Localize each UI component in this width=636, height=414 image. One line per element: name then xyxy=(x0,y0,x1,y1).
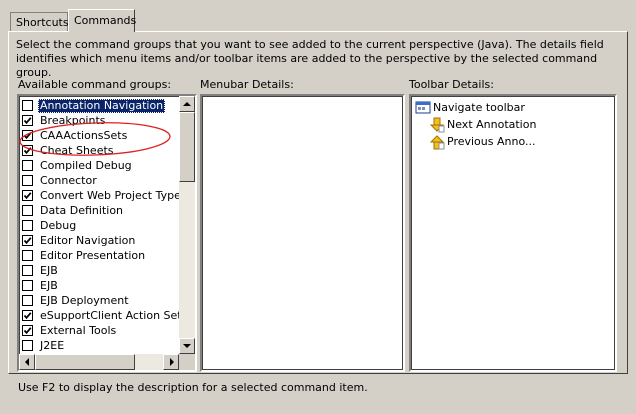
list-item-label: EJB xyxy=(40,279,58,292)
check-icon xyxy=(23,147,32,155)
list-item-label: Cheat Sheets xyxy=(40,144,114,157)
available-groups-label: Available command groups: xyxy=(18,78,172,91)
scroll-up-button[interactable] xyxy=(179,96,195,112)
scroll-left-button[interactable] xyxy=(19,354,35,370)
list-item-label: CAAActionsSets xyxy=(40,129,128,142)
vertical-scrollbar[interactable] xyxy=(179,96,195,354)
tab-commands[interactable]: Commands xyxy=(68,9,137,32)
list-item-label: Connector xyxy=(40,174,97,187)
toolbar-details-tree[interactable]: Navigate toolbar Next Annotation Previou… xyxy=(409,94,617,372)
list-item-label: Compiled Debug xyxy=(40,159,132,172)
checkbox[interactable] xyxy=(22,235,33,246)
list-item-label: eSupportClient Action Set xyxy=(40,309,179,322)
checkbox[interactable] xyxy=(22,310,33,321)
checkbox[interactable] xyxy=(22,130,33,141)
toolbar-root-label: Navigate toolbar xyxy=(433,101,525,114)
list-item-label: EJB Deployment xyxy=(40,294,129,307)
checkbox[interactable] xyxy=(22,175,33,186)
checkbox[interactable] xyxy=(22,280,33,291)
list-item-label: Editor Navigation xyxy=(40,234,136,247)
scroll-right-button[interactable] xyxy=(163,354,179,370)
next-annotation-icon xyxy=(429,117,445,133)
checkbox[interactable] xyxy=(22,205,33,216)
checkbox[interactable] xyxy=(22,220,33,231)
checkbox[interactable] xyxy=(22,250,33,261)
description-text: Select the command groups that you want … xyxy=(16,38,604,79)
check-icon xyxy=(23,237,32,245)
menubar-details-label: Menubar Details: xyxy=(200,78,294,91)
checkbox[interactable] xyxy=(22,190,33,201)
menubar-details-tree[interactable] xyxy=(200,94,405,372)
status-hint: Use F2 to display the description for a … xyxy=(18,381,368,394)
list-item-label: Editor Presentation xyxy=(40,249,146,262)
list-item-label: Data Definition xyxy=(40,204,124,217)
horizontal-scrollbar[interactable] xyxy=(19,354,179,370)
checkbox[interactable] xyxy=(22,325,33,336)
toolbar-child-label: Previous Anno... xyxy=(447,135,536,148)
checkbox[interactable] xyxy=(22,340,33,351)
tab-shortcuts-label: Shortcuts xyxy=(16,16,69,29)
arrow-right-icon xyxy=(170,358,174,366)
horizontal-scroll-thumb[interactable] xyxy=(35,354,135,370)
check-icon xyxy=(23,117,32,125)
scroll-down-button[interactable] xyxy=(179,338,195,354)
checkbox[interactable] xyxy=(22,265,33,276)
check-icon xyxy=(23,192,32,200)
toolbar-icon xyxy=(415,101,431,114)
checkbox[interactable] xyxy=(22,160,33,171)
vertical-scroll-thumb[interactable] xyxy=(179,112,195,182)
available-groups-list: Annotation Navigation Breakpoints CAAActio… xyxy=(17,94,197,372)
arrow-up-icon xyxy=(183,102,191,106)
checkbox[interactable] xyxy=(22,115,33,126)
previous-annotation-icon xyxy=(429,135,445,150)
checkbox[interactable] xyxy=(22,295,33,306)
check-icon xyxy=(23,312,32,320)
list-item-label: Breakpoints xyxy=(40,114,106,127)
checkbox[interactable] xyxy=(22,145,33,156)
list-item-label: Convert Web Project Type xyxy=(40,189,179,202)
list-item-label: Annotation Navigation xyxy=(38,99,166,113)
tab-commands-label: Commands xyxy=(74,14,137,27)
list-item-label: Debug xyxy=(40,219,77,232)
checkbox[interactable] xyxy=(22,100,33,111)
tab-shortcuts[interactable]: Shortcuts xyxy=(10,12,69,32)
scroll-corner xyxy=(179,354,195,370)
list-item-label: External Tools xyxy=(40,324,117,337)
list-item-label: J2EE xyxy=(40,339,65,352)
check-icon xyxy=(23,327,32,335)
list-item-label: EJB xyxy=(40,264,58,277)
toolbar-child-label: Next Annotation xyxy=(447,118,537,131)
check-icon xyxy=(23,132,32,140)
available-groups-items: Annotation Navigation Breakpoints CAAActio… xyxy=(19,96,179,354)
arrow-down-icon xyxy=(183,344,191,348)
arrow-left-icon xyxy=(25,358,29,366)
toolbar-details-label: Toolbar Details: xyxy=(409,78,494,91)
